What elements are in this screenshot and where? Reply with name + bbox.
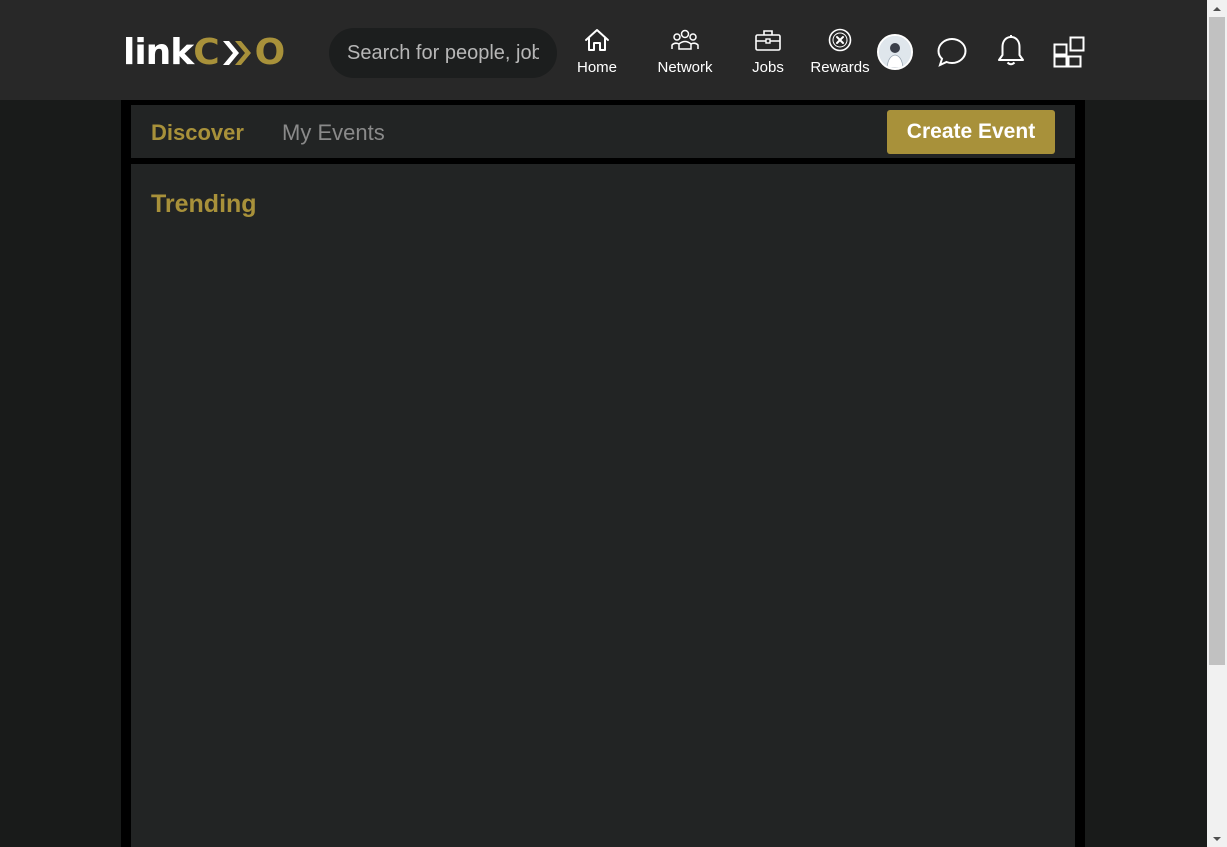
nav-home-label: Home [576,59,617,76]
rewards-icon [828,28,852,52]
nav-home[interactable]: Home [573,28,621,76]
page-scrollbar[interactable] [1207,0,1227,847]
network-icon [671,29,699,50]
briefcase-icon [755,30,781,51]
messages-button[interactable] [936,37,968,72]
apps-grid-icon [1053,36,1085,68]
logo-x-mark-icon [222,41,251,65]
scroll-down-arrow[interactable] [1207,830,1227,847]
logo-letter-o: O [254,32,286,73]
bell-icon [998,35,1024,66]
logo-letter-c: C [193,32,219,73]
chat-bubble-icon [937,37,967,67]
nav-network[interactable]: Network [654,28,716,76]
apps-menu-button[interactable] [1053,36,1085,73]
section-title-trending: Trending [151,190,257,218]
scroll-up-arrow[interactable] [1207,0,1227,17]
search-input[interactable] [329,28,557,78]
triangle-up-icon [1213,6,1221,11]
scrollbar-thumb[interactable] [1209,17,1225,665]
notifications-button[interactable] [995,34,1027,73]
linkcxo-logo[interactable]: link C O [123,32,286,73]
events-tab-bar: Discover My Events Create Event [131,105,1075,158]
home-icon [585,29,609,51]
events-content-panel: Trending [131,164,1075,847]
logo-text-link: link [123,32,194,73]
logo-text-cxo: C O [193,32,286,73]
profile-avatar[interactable] [877,34,913,70]
tab-discover[interactable]: Discover [151,121,244,145]
nav-jobs-label: Jobs [752,59,784,76]
user-photo-icon [879,36,911,68]
nav-rewards[interactable]: Rewards [810,28,870,76]
nav-jobs[interactable]: Jobs [748,28,788,76]
tab-my-events[interactable]: My Events [282,121,385,145]
create-event-button[interactable]: Create Event [887,110,1055,154]
nav-network-label: Network [657,59,713,76]
nav-rewards-label: Rewards [810,59,870,76]
top-navigation-bar: link C O Home Network [0,0,1207,100]
triangle-down-icon [1213,836,1221,841]
